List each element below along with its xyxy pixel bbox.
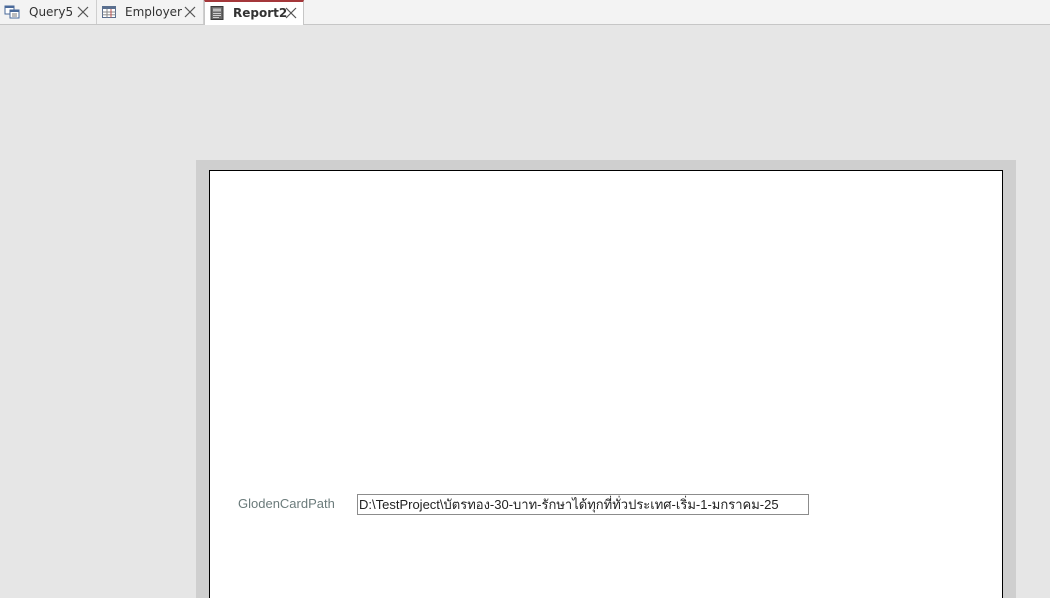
query-icon [4,5,20,19]
tab-label: Query5 [29,5,74,19]
tab-label: Employer [125,5,182,19]
table-icon [102,6,116,18]
tab-label: Report2 [233,6,288,20]
document-tab-bar: Query5 Employer Report2 [0,0,1050,25]
report-page[interactable] [209,170,1003,598]
tab-query5[interactable]: Query5 [0,0,97,24]
glodencardpath-label: GlodenCardPath [238,496,335,511]
close-icon[interactable] [76,5,90,19]
tab-report2[interactable]: Report2 [204,0,304,25]
report-icon [210,6,224,20]
glodencardpath-textbox[interactable]: D:\TestProject\บัตรทอง-30-บาท-รักษาได้ทุ… [357,494,809,515]
close-icon[interactable] [284,6,298,20]
close-icon[interactable] [183,5,197,19]
tab-employer[interactable]: Employer [97,0,204,24]
